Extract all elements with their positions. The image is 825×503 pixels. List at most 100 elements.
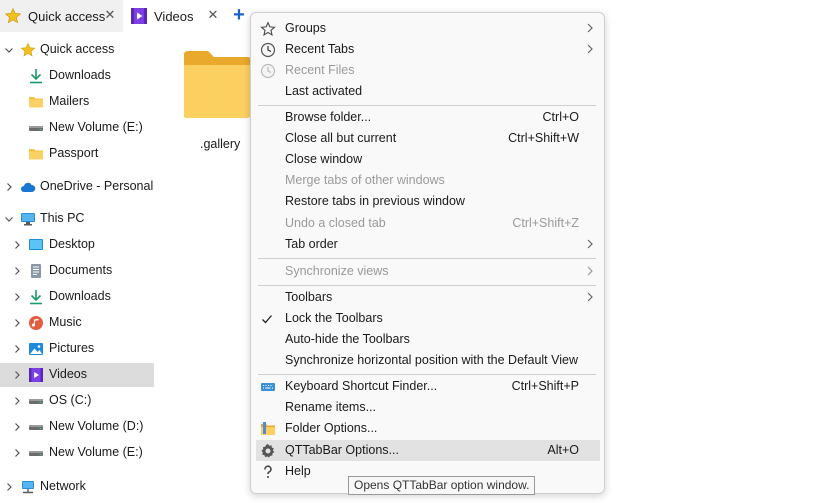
chevron-right-icon[interactable] bbox=[12, 396, 22, 406]
menu-item-recent-tabs[interactable]: Recent Tabs bbox=[256, 39, 600, 60]
drive-icon bbox=[29, 451, 43, 456]
sidebar-item-mailers[interactable]: Mailers bbox=[0, 90, 154, 114]
sidebar-item-label: Passport bbox=[49, 146, 99, 160]
sidebar-item-new-volume-e-quick[interactable]: New Volume (E:) bbox=[0, 116, 154, 140]
chevron-right-icon[interactable] bbox=[12, 344, 22, 354]
chevron-right-icon bbox=[587, 23, 593, 33]
chevron-right-icon bbox=[587, 239, 593, 249]
drive-icon bbox=[29, 399, 43, 404]
menu-item-label: Merge tabs of other windows bbox=[285, 173, 445, 187]
sidebar-item-documents[interactable]: Documents bbox=[0, 259, 154, 283]
menu-item-tab-order[interactable]: Tab order bbox=[256, 234, 600, 255]
menu-item-toolbars[interactable]: Toolbars bbox=[256, 287, 600, 308]
menu-item-keyboard-shortcut-finder[interactable]: Keyboard Shortcut Finder... Ctrl+Shift+P bbox=[256, 376, 600, 397]
menu-item-label: Auto-hide the Toolbars bbox=[285, 332, 410, 346]
folder-icon bbox=[29, 149, 43, 160]
sidebar-item-downloads-pc[interactable]: Downloads bbox=[0, 285, 154, 309]
sidebar-item-pictures[interactable]: Pictures bbox=[0, 337, 154, 361]
chevron-right-icon[interactable] bbox=[12, 422, 22, 432]
folder-label: .gallery bbox=[200, 137, 241, 151]
menu-item-label: Synchronize views bbox=[285, 264, 389, 278]
sidebar-item-new-volume-e[interactable]: New Volume (E:) bbox=[0, 441, 154, 465]
menu-item-lock-toolbars[interactable]: Lock the Toolbars bbox=[256, 308, 600, 329]
menu-item-label: Browse folder... bbox=[285, 110, 372, 124]
chevron-right-icon[interactable] bbox=[12, 266, 22, 276]
sidebar-item-onedrive[interactable]: OneDrive - Personal bbox=[0, 175, 154, 199]
menu-item-last-activated[interactable]: Last activated bbox=[256, 81, 600, 102]
sidebar-item-videos[interactable]: Videos bbox=[0, 363, 154, 387]
videos-icon bbox=[29, 368, 43, 382]
navigation-pane: Quick access Downloads Mailers New Volum… bbox=[0, 32, 155, 503]
sidebar-item-new-volume-d[interactable]: New Volume (D:) bbox=[0, 415, 154, 439]
menu-item-label: Help bbox=[285, 464, 311, 478]
menu-item-groups[interactable]: Groups bbox=[256, 18, 600, 39]
tab-label: Videos bbox=[154, 8, 194, 24]
desktop-icon bbox=[29, 239, 43, 250]
menu-item-close-window[interactable]: Close window bbox=[256, 149, 600, 170]
chevron-right-icon[interactable] bbox=[4, 182, 14, 192]
star-outline-icon bbox=[260, 21, 276, 36]
menu-item-label: Close window bbox=[285, 152, 363, 166]
menu-item-qttabbar-options[interactable]: QTTabBar Options... Alt+O bbox=[256, 440, 600, 461]
close-icon[interactable]: ✕ bbox=[206, 8, 220, 22]
folder-options-icon bbox=[261, 422, 275, 435]
menu-item-label: Toolbars bbox=[285, 290, 333, 304]
close-icon[interactable]: ✕ bbox=[103, 8, 117, 22]
sidebar-item-quick-access[interactable]: Quick access bbox=[0, 38, 154, 62]
menu-separator bbox=[258, 374, 596, 375]
menu-item-folder-options[interactable]: Folder Options... bbox=[256, 418, 600, 439]
chevron-right-icon[interactable] bbox=[12, 370, 22, 380]
menu-item-shortcut: Ctrl+Shift+Z bbox=[512, 216, 579, 230]
menu-item-label: Synchronize horizontal position with the… bbox=[285, 353, 578, 367]
pictures-icon bbox=[29, 343, 43, 355]
computer-icon bbox=[21, 213, 35, 226]
menu-item-rename-items[interactable]: Rename items... bbox=[256, 397, 600, 418]
add-tab-button[interactable]: + bbox=[230, 4, 248, 26]
menu-item-recent-files: Recent Files bbox=[256, 60, 600, 81]
sidebar-item-desktop[interactable]: Desktop bbox=[0, 233, 154, 257]
folder-gallery[interactable] bbox=[182, 47, 252, 122]
chevron-right-icon bbox=[587, 292, 593, 302]
tab-quick-access[interactable]: Quick access ✕ bbox=[0, 0, 123, 32]
menu-item-auto-hide-toolbars[interactable]: Auto-hide the Toolbars bbox=[256, 329, 600, 350]
sidebar-item-music[interactable]: Music bbox=[0, 311, 154, 335]
cloud-icon bbox=[21, 182, 36, 192]
menu-item-browse-folder[interactable]: Browse folder... Ctrl+O bbox=[256, 107, 600, 128]
chevron-right-icon[interactable] bbox=[12, 318, 22, 328]
star-icon bbox=[4, 7, 22, 24]
chevron-down-icon[interactable] bbox=[4, 45, 14, 55]
menu-item-label: Close all but current bbox=[285, 131, 397, 145]
chevron-right-icon[interactable] bbox=[12, 448, 22, 458]
sidebar-item-label: New Volume (D:) bbox=[49, 419, 144, 433]
sidebar-item-label: Downloads bbox=[49, 289, 111, 303]
sidebar-item-network[interactable]: Network bbox=[0, 475, 154, 499]
gear-icon bbox=[261, 444, 275, 458]
menu-item-label: Lock the Toolbars bbox=[285, 311, 383, 325]
sidebar-item-label: Desktop bbox=[49, 237, 95, 251]
menu-item-label: Groups bbox=[285, 21, 326, 35]
menu-item-label: Recent Tabs bbox=[285, 42, 355, 56]
chevron-right-icon bbox=[587, 266, 593, 276]
sidebar-item-this-pc[interactable]: This PC bbox=[0, 207, 154, 231]
sidebar-item-label: OneDrive - Personal bbox=[40, 179, 154, 193]
sidebar-item-label: OS (C:) bbox=[49, 393, 92, 407]
menu-item-close-all-but-current[interactable]: Close all but current Ctrl+Shift+W bbox=[256, 128, 600, 149]
sidebar-item-downloads[interactable]: Downloads bbox=[0, 64, 154, 88]
chevron-right-icon[interactable] bbox=[4, 482, 14, 492]
menu-item-restore-tabs[interactable]: Restore tabs in previous window bbox=[256, 191, 600, 212]
menu-item-sync-horizontal[interactable]: Synchronize horizontal position with the… bbox=[256, 350, 600, 371]
menu-separator bbox=[258, 105, 596, 106]
menu-item-undo-closed-tab: Undo a closed tab Ctrl+Shift+Z bbox=[256, 213, 600, 234]
chevron-right-icon[interactable] bbox=[12, 292, 22, 302]
menu-item-label: Restore tabs in previous window bbox=[285, 194, 465, 208]
sidebar-item-os-c[interactable]: OS (C:) bbox=[0, 389, 154, 413]
drive-icon bbox=[29, 425, 43, 430]
chevron-right-icon[interactable] bbox=[12, 240, 22, 250]
checkmark-icon bbox=[262, 315, 272, 324]
documents-icon bbox=[31, 264, 41, 278]
chevron-down-icon[interactable] bbox=[4, 214, 14, 224]
menu-item-label: Folder Options... bbox=[285, 421, 378, 435]
menu-item-shortcut: Alt+O bbox=[547, 443, 579, 457]
tab-videos[interactable]: Videos ✕ bbox=[123, 0, 226, 32]
sidebar-item-passport[interactable]: Passport bbox=[0, 142, 154, 166]
